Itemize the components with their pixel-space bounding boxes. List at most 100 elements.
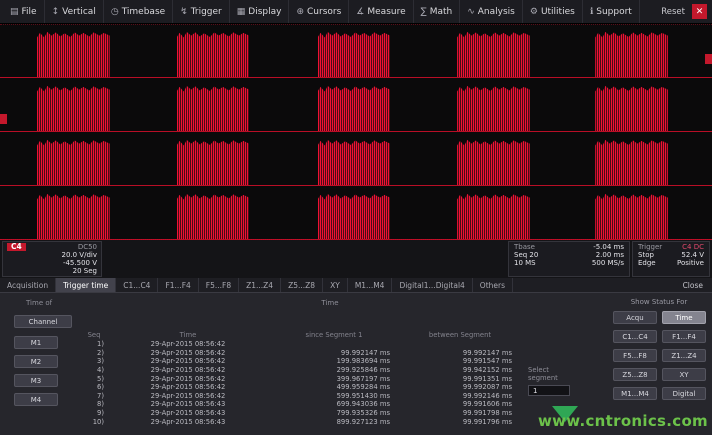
trigger-descriptor[interactable]: Trigger C4 DC Stop 52.4 V Edge Positive [632,241,710,277]
tab-f1-f4[interactable]: F1...F4 [158,278,198,292]
between-cell: 99.992147 ms [404,349,516,357]
waveform-burst [37,31,110,77]
tab-others[interactable]: Others [473,278,513,292]
display-icon: ▦ [237,7,246,17]
close-window-icon[interactable]: ✕ [692,4,707,19]
table-header: since Segment 1 [264,331,404,339]
waveform-burst [595,31,668,77]
measure-icon: ∡ [356,7,364,17]
menu-item-cursors[interactable]: ⊕Cursors [289,0,349,23]
menu-item-measure[interactable]: ∡Measure [349,0,413,23]
menu-item-label: Trigger [191,7,222,17]
memory-button-m2[interactable]: M2 [14,355,58,368]
between-cell: 99.991351 ms [404,375,516,383]
waveform-burst [177,85,250,131]
status-button-time[interactable]: Time [662,311,706,324]
seq-cell: 7) [76,392,112,400]
utilities-icon: ⚙ [530,7,538,17]
menu-item-trigger[interactable]: ↯Trigger [173,0,230,23]
tab-acquisition[interactable]: Acquisition [0,278,56,292]
cursors-icon: ⊕ [296,7,304,17]
tab-trigger-time[interactable]: Trigger time [56,278,116,292]
table-row: 1)29-Apr-2015 08:56:42 [76,340,516,349]
status-dialog: AcquisitionTrigger timeC1...C4F1...F4F5.… [0,278,712,435]
select-segment-group: Select segment 1 [528,366,580,396]
seq-count: Seq 20 [514,251,538,259]
status-button-f5-f8[interactable]: F5...F8 [613,349,657,362]
between-cell: 99.991606 ms [404,400,516,408]
menu-item-support[interactable]: ℹSupport [583,0,640,23]
menu-item-display[interactable]: ▦Display [230,0,290,23]
status-button-acqu[interactable]: Acqu [613,311,657,324]
tab-f5-f8[interactable]: F5...F8 [199,278,239,292]
seq-cell: 8) [76,400,112,408]
tbase-label: Tbase [514,243,535,251]
waveform-burst [457,31,530,77]
menu-item-label: Support [596,7,632,17]
menu-item-math[interactable]: ∑Math [414,0,461,23]
between-cell: 99.991796 ms [404,418,516,426]
channel-indicator-marker[interactable] [0,114,7,124]
dialog-close-button[interactable]: Close [674,278,712,292]
trigger-source: C4 DC [682,243,704,251]
status-button-xy[interactable]: XY [662,368,706,381]
trace-baseline [0,131,712,132]
reset-button[interactable]: Reset [661,7,685,17]
memory-button-m3[interactable]: M3 [14,374,58,387]
tab-c1-c4[interactable]: C1...C4 [116,278,158,292]
waveform-burst [177,139,250,185]
waveform-burst [318,139,391,185]
status-strip: C4 DC50 20.0 V/div -45.500 V 20 Seg Tbas… [0,240,712,278]
status-button-c1-c4[interactable]: C1...C4 [613,330,657,343]
menubar-items: ▤File↕Vertical◷Timebase↯Trigger▦Display⊕… [3,0,640,23]
menu-item-file[interactable]: ▤File [3,0,45,23]
status-button-z1-z4[interactable]: Z1...Z4 [662,349,706,362]
menu-item-analysis[interactable]: ∿Analysis [460,0,523,23]
trace-baseline [0,77,712,78]
segments-value: 20 Seg [7,267,97,275]
since-cell: 499.959284 ms [264,383,404,391]
select-segment-input[interactable]: 1 [528,385,570,396]
tab-xy[interactable]: XY [323,278,348,292]
vdiv-value: 20.0 V/div [7,251,97,259]
since-cell: 199.983694 ms [264,357,404,365]
waveform-burst [318,85,391,131]
between-cell: 99.942152 ms [404,366,516,374]
between-cell: 99.992087 ms [404,383,516,391]
time-cell: 29-Apr-2015 08:56:43 [112,418,264,426]
status-button-z5-z8[interactable]: Z5...Z8 [613,368,657,381]
trigger-type: Edge [638,259,656,267]
menu-item-timebase[interactable]: ◷Timebase [104,0,173,23]
status-button-digital[interactable]: Digital [662,387,706,400]
tab-digital1-digital4[interactable]: Digital1...Digital4 [392,278,472,292]
table-header: between Segment [404,331,516,339]
support-icon: ℹ [590,7,593,17]
seq-cell: 4) [76,366,112,374]
since-cell: 599.951430 ms [264,392,404,400]
time-cell: 29-Apr-2015 08:56:42 [112,357,264,365]
status-button-m1-m4[interactable]: M1...M4 [613,387,657,400]
file-icon: ▤ [10,7,19,17]
memory-button-m1[interactable]: M1 [14,336,58,349]
trigger-level-marker[interactable] [705,54,712,64]
time-cell: 29-Apr-2015 08:56:42 [112,366,264,374]
table-row: 10)29-Apr-2015 08:56:43899.927123 ms99.9… [76,417,516,426]
oscilloscope-app: ▤File↕Vertical◷Timebase↯Trigger▦Display⊕… [0,0,712,435]
menu-item-utilities[interactable]: ⚙Utilities [523,0,583,23]
menu-item-label: Analysis [478,7,515,17]
tab-z1-z4[interactable]: Z1...Z4 [239,278,281,292]
seq-cell: 3) [76,357,112,365]
trace-baseline [0,185,712,186]
channel-c4-descriptor[interactable]: C4 DC50 20.0 V/div -45.500 V 20 Seg [2,241,102,277]
menu-item-vertical[interactable]: ↕Vertical [45,0,104,23]
memory-button-m4[interactable]: M4 [14,393,58,406]
offset-value: -45.500 V [7,259,97,267]
time-cell: 29-Apr-2015 08:56:42 [112,392,264,400]
menubar-right: Reset ✕ [661,4,709,19]
channel-button[interactable]: Channel [14,315,72,328]
timebase-descriptor[interactable]: Tbase -5.04 ms Seq 20 2.00 ms 10 MS 500 … [508,241,630,277]
tab-z5-z8[interactable]: Z5...Z8 [281,278,323,292]
tab-m1-m4[interactable]: M1...M4 [348,278,393,292]
status-button-f1-f4[interactable]: F1...F4 [662,330,706,343]
show-status-for-label: Show Status For [612,298,706,306]
